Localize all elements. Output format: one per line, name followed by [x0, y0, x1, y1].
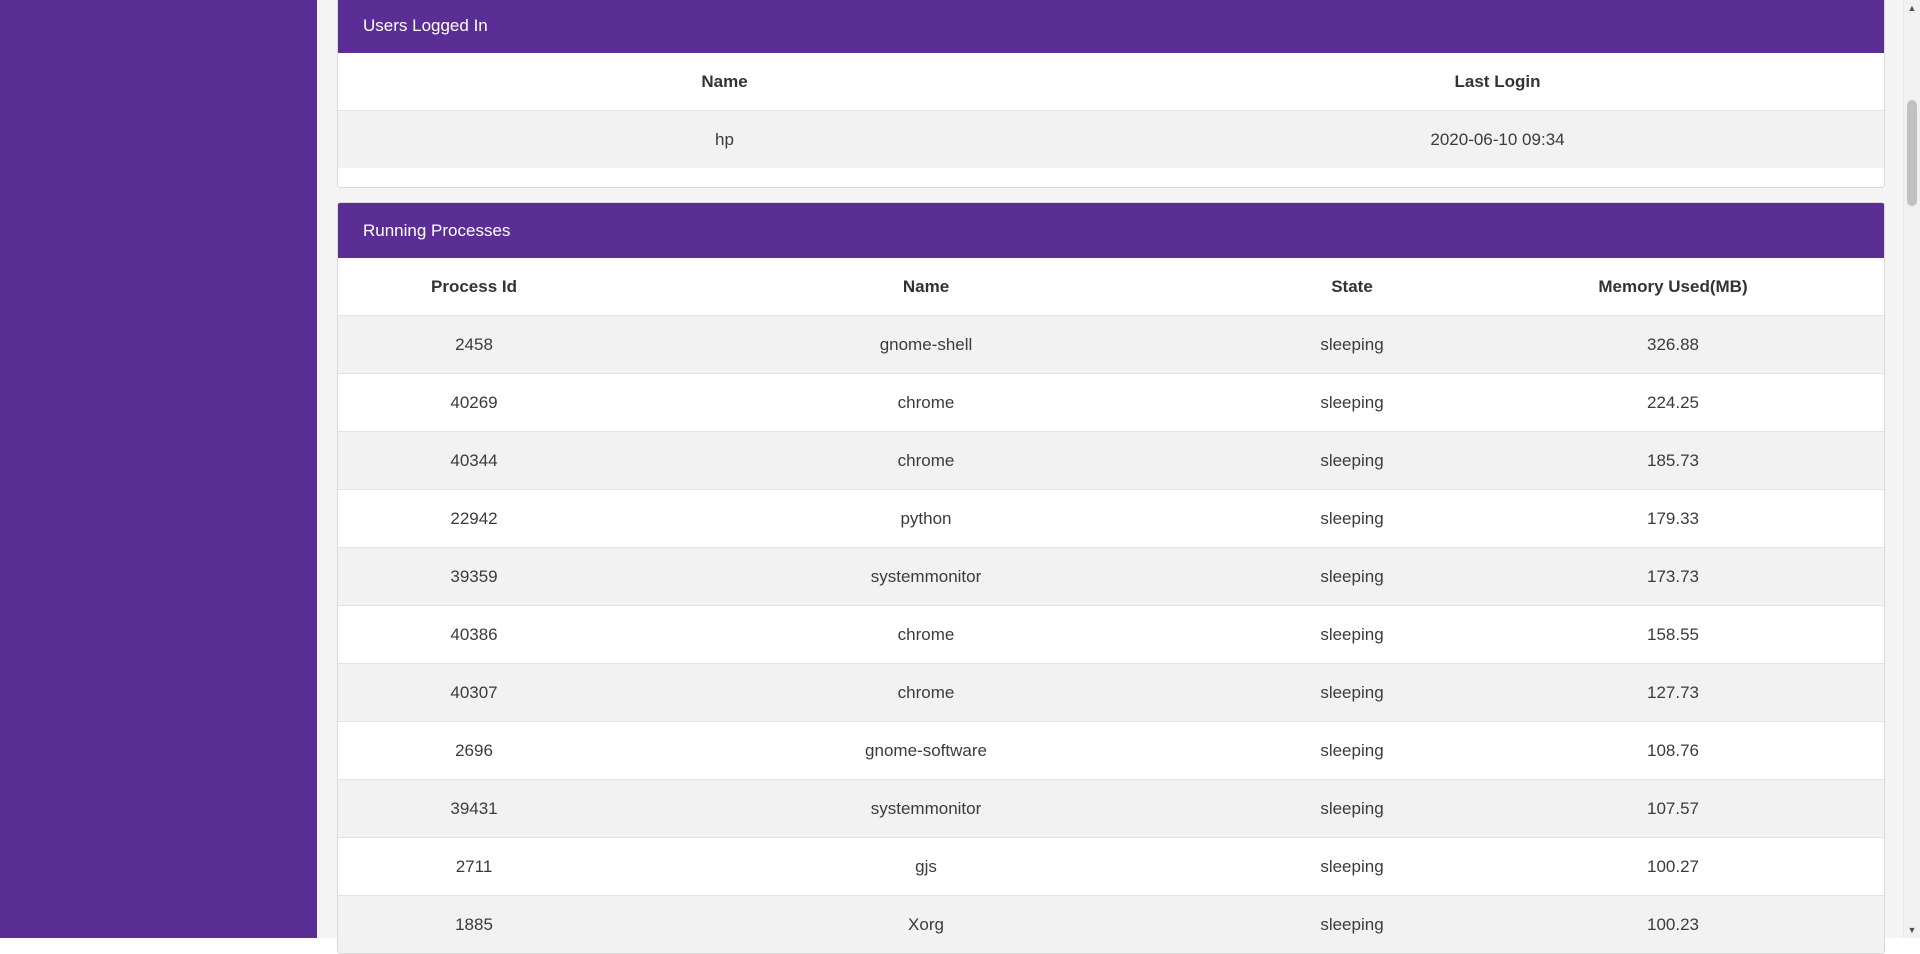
scroll-down-icon[interactable]: ▼ — [1904, 922, 1920, 938]
table-row: 40307 chrome sleeping 127.73 — [338, 663, 1884, 722]
column-header-process-id: Process Id — [431, 276, 517, 296]
process-name-cell: gjs — [610, 837, 1242, 896]
memory-used-cell: 224.25 — [1462, 373, 1884, 432]
process-state-cell: sleeping — [1242, 489, 1462, 548]
running-processes-card: Running Processes Process Id Name State … — [337, 202, 1885, 954]
process-state-cell: sleeping — [1242, 721, 1462, 780]
process-name-cell: Xorg — [610, 895, 1242, 953]
table-row: 22942 python sleeping 179.33 — [338, 489, 1884, 548]
process-name-cell: gnome-software — [610, 721, 1242, 780]
process-state-cell: sleeping — [1242, 431, 1462, 490]
column-header-name: Name — [902, 276, 950, 296]
memory-used-cell: 326.88 — [1462, 315, 1884, 374]
process-name-cell: gnome-shell — [610, 315, 1242, 374]
users-table-header-row: Name Last Login — [338, 53, 1884, 111]
users-table: Name Last Login hp 2020-06-10 09:34 — [338, 53, 1884, 168]
processes-table-header-row: Process Id Name State Memory Used(MB) — [338, 258, 1884, 316]
process-id-cell: 39431 — [338, 779, 610, 838]
memory-used-cell: 185.73 — [1462, 431, 1884, 490]
table-row: 40344 chrome sleeping 185.73 — [338, 431, 1884, 490]
process-state-cell: sleeping — [1242, 315, 1462, 374]
memory-used-cell: 158.55 — [1462, 605, 1884, 664]
column-header-name: Name — [701, 71, 748, 91]
table-row: 39431 systemmonitor sleeping 107.57 — [338, 779, 1884, 838]
users-logged-in-header: Users Logged In — [338, 0, 1884, 53]
memory-used-cell: 100.27 — [1462, 837, 1884, 896]
process-name-cell: chrome — [610, 431, 1242, 490]
process-id-cell: 2696 — [338, 721, 610, 780]
table-row: 2696 gnome-software sleeping 108.76 — [338, 721, 1884, 780]
memory-used-cell: 100.23 — [1462, 895, 1884, 953]
column-header-last-login: Last Login — [1454, 71, 1541, 91]
process-state-cell: sleeping — [1242, 373, 1462, 432]
process-state-cell: sleeping — [1242, 663, 1462, 722]
process-id-cell: 40344 — [338, 431, 610, 490]
memory-used-cell: 179.33 — [1462, 489, 1884, 548]
process-state-cell: sleeping — [1242, 605, 1462, 664]
memory-used-cell: 107.57 — [1462, 779, 1884, 838]
process-state-cell: sleeping — [1242, 779, 1462, 838]
process-id-cell: 2458 — [338, 315, 610, 374]
processes-table-body: 2458 gnome-shell sleeping 326.88 40269 chrome… — [338, 315, 1884, 953]
table-row: 40386 chrome sleeping 158.55 — [338, 605, 1884, 664]
scroll-thumb[interactable] — [1907, 100, 1917, 206]
column-header-memory-used: Memory Used(MB) — [1598, 276, 1748, 296]
table-row: 2711 gjs sleeping 100.27 — [338, 837, 1884, 896]
sidebar — [0, 0, 317, 938]
process-name-cell: chrome — [610, 373, 1242, 432]
process-id-cell: 39359 — [338, 547, 610, 606]
process-name-cell: systemmonitor — [610, 779, 1242, 838]
process-id-cell: 22942 — [338, 489, 610, 548]
card-footer-space — [338, 168, 1884, 187]
process-name-cell: python — [610, 489, 1242, 548]
table-row: 40269 chrome sleeping 224.25 — [338, 373, 1884, 432]
process-state-cell: sleeping — [1242, 895, 1462, 953]
users-logged-in-card: Users Logged In Name Last Login hp 2020-… — [337, 0, 1885, 188]
process-id-cell: 40386 — [338, 605, 610, 664]
memory-used-cell: 127.73 — [1462, 663, 1884, 722]
vertical-scrollbar[interactable]: ▲ ▼ — [1903, 0, 1920, 938]
process-name-cell: systemmonitor — [610, 547, 1242, 606]
process-id-cell: 40307 — [338, 663, 610, 722]
table-row: 39359 systemmonitor sleeping 173.73 — [338, 547, 1884, 606]
process-state-cell: sleeping — [1242, 837, 1462, 896]
processes-table: Process Id Name State Memory Used(MB) 24… — [338, 258, 1884, 953]
memory-used-cell: 108.76 — [1462, 721, 1884, 780]
process-name-cell: chrome — [610, 605, 1242, 664]
table-row: 2458 gnome-shell sleeping 326.88 — [338, 315, 1884, 374]
process-id-cell: 2711 — [338, 837, 610, 896]
user-name-cell: hp — [338, 110, 1111, 168]
column-header-state: State — [1331, 276, 1373, 296]
last-login-cell: 2020-06-10 09:34 — [1111, 110, 1884, 168]
main-content: Users Logged In Name Last Login hp 2020-… — [317, 0, 1903, 954]
memory-used-cell: 173.73 — [1462, 547, 1884, 606]
scroll-up-icon[interactable]: ▲ — [1904, 0, 1920, 16]
table-row: 1885 Xorg sleeping 100.23 — [338, 895, 1884, 953]
process-name-cell: chrome — [610, 663, 1242, 722]
process-id-cell: 1885 — [338, 895, 610, 953]
running-processes-header: Running Processes — [338, 203, 1884, 258]
table-row: hp 2020-06-10 09:34 — [338, 110, 1884, 168]
process-state-cell: sleeping — [1242, 547, 1462, 606]
process-id-cell: 40269 — [338, 373, 610, 432]
